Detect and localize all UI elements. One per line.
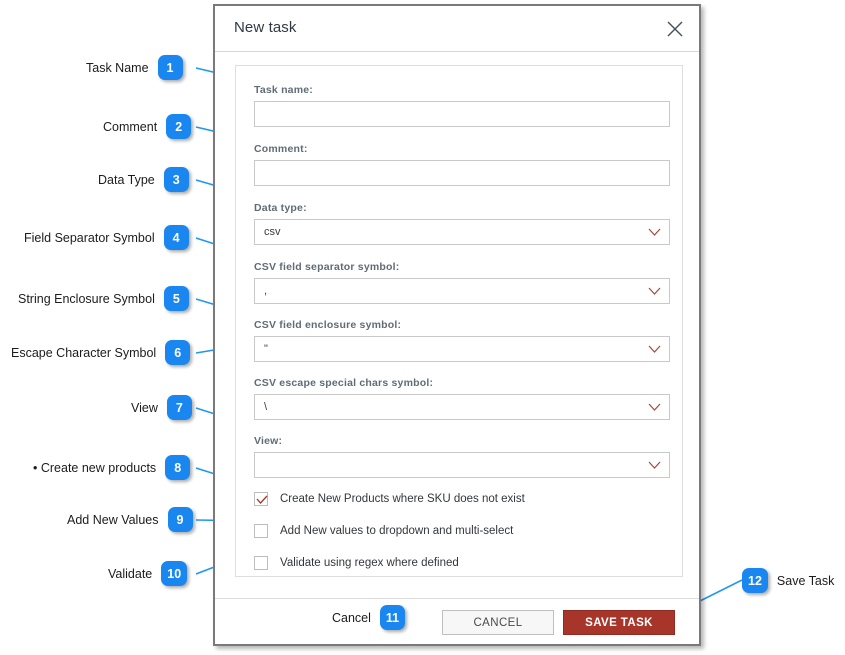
field-data-type: Data type: csv (254, 202, 670, 245)
label-comment: Comment: (254, 143, 670, 155)
field-csv-field-separator: CSV field separator symbol: , (254, 261, 670, 304)
data-type-value: csv (264, 220, 281, 244)
save-task-button[interactable]: SAVE TASK (563, 610, 675, 635)
label-csv-field-separator: CSV field separator symbol: (254, 261, 670, 273)
callout-2-badge: 2 (166, 114, 191, 139)
callout-10: Validate 10 (108, 561, 187, 586)
dialog-footer: CANCEL SAVE TASK (215, 598, 699, 644)
chevron-down-icon (648, 286, 661, 296)
field-view: View: (254, 435, 670, 478)
callout-2-label: Comment (103, 120, 157, 134)
csv-field-enclosure-value: " (264, 337, 268, 361)
checkbox-row-add-new-values[interactable]: Add New values to dropdown and multi-sel… (254, 524, 513, 538)
callout-12-badge: 12 (742, 568, 768, 593)
field-csv-escape-chars: CSV escape special chars symbol: \ (254, 377, 670, 420)
check-icon (256, 495, 268, 505)
callout-12: 12 Save Task (742, 568, 834, 593)
field-comment: Comment: (254, 143, 670, 186)
csv-field-enclosure-select[interactable]: " (254, 336, 670, 362)
dialog-header: New task (215, 6, 699, 52)
callout-4: Field Separator Symbol 4 (24, 225, 189, 250)
callout-8-badge: 8 (165, 455, 190, 480)
callout-4-label: Field Separator Symbol (24, 231, 155, 245)
callout-1: Task Name 1 (86, 55, 183, 80)
callout-3: Data Type 3 (98, 167, 189, 192)
callout-9-label: Add New Values (67, 513, 159, 527)
callout-6-badge: 6 (165, 340, 190, 365)
data-type-select[interactable]: csv (254, 219, 670, 245)
csv-field-separator-value: , (264, 279, 267, 303)
callout-11-badge: 11 (380, 605, 405, 630)
callout-3-label: Data Type (98, 173, 155, 187)
label-csv-field-enclosure: CSV field enclosure symbol: (254, 319, 670, 331)
callout-6-label: Escape Character Symbol (11, 346, 156, 360)
callout-11: Cancel 11 (332, 605, 405, 630)
chevron-down-icon (648, 344, 661, 354)
label-csv-escape-chars: CSV escape special chars symbol: (254, 377, 670, 389)
close-icon[interactable] (665, 19, 685, 39)
checkbox-row-create-new-products[interactable]: Create New Products where SKU does not e… (254, 492, 525, 506)
callout-2: Comment 2 (103, 114, 191, 139)
callout-10-badge: 10 (161, 561, 187, 586)
view-select[interactable] (254, 452, 670, 478)
validate-regex-checkbox[interactable] (254, 556, 268, 570)
checkbox-row-validate-regex[interactable]: Validate using regex where defined (254, 556, 459, 570)
callout-5: String Enclosure Symbol 5 (18, 286, 189, 311)
label-task-name: Task name: (254, 84, 670, 96)
page-title: New task (234, 19, 297, 36)
csv-escape-chars-select[interactable]: \ (254, 394, 670, 420)
comment-input[interactable] (254, 160, 670, 186)
chevron-down-icon (648, 227, 661, 237)
add-new-values-label: Add New values to dropdown and multi-sel… (280, 525, 513, 537)
field-csv-field-enclosure: CSV field enclosure symbol: " (254, 319, 670, 362)
cancel-button[interactable]: CANCEL (442, 610, 554, 635)
create-new-products-label: Create New Products where SKU does not e… (280, 493, 525, 505)
chevron-down-icon (648, 402, 661, 412)
task-name-input[interactable] (254, 101, 670, 127)
callout-11-label: Cancel (332, 611, 371, 625)
callout-5-badge: 5 (164, 286, 189, 311)
callout-4-badge: 4 (164, 225, 189, 250)
csv-escape-chars-value: \ (264, 395, 267, 419)
create-new-products-checkbox[interactable] (254, 492, 268, 506)
validate-regex-label: Validate using regex where defined (280, 557, 459, 569)
callout-10-label: Validate (108, 567, 152, 581)
callout-1-label: Task Name (86, 61, 149, 75)
callout-6: Escape Character Symbol 6 (11, 340, 190, 365)
label-view: View: (254, 435, 670, 447)
callout-7-label: View (131, 401, 158, 415)
screenshot-stage: New task Task name: Comment: Data (0, 0, 845, 655)
callout-1-badge: 1 (158, 55, 183, 80)
callout-7: View 7 (131, 395, 192, 420)
field-task-name: Task name: (254, 84, 670, 127)
csv-field-separator-select[interactable]: , (254, 278, 670, 304)
chevron-down-icon (648, 460, 661, 470)
callout-8-label: • Create new products (33, 461, 156, 475)
form-panel: Task name: Comment: Data type: csv (235, 65, 683, 577)
label-data-type: Data type: (254, 202, 670, 214)
callout-8: • Create new products 8 (33, 455, 190, 480)
add-new-values-checkbox[interactable] (254, 524, 268, 538)
callout-5-label: String Enclosure Symbol (18, 292, 155, 306)
new-task-dialog: New task Task name: Comment: Data (213, 4, 701, 646)
callout-7-badge: 7 (167, 395, 192, 420)
callout-12-label: Save Task (777, 574, 834, 588)
callout-9-badge: 9 (168, 507, 193, 532)
callout-9: Add New Values 9 (67, 507, 193, 532)
callout-3-badge: 3 (164, 167, 189, 192)
